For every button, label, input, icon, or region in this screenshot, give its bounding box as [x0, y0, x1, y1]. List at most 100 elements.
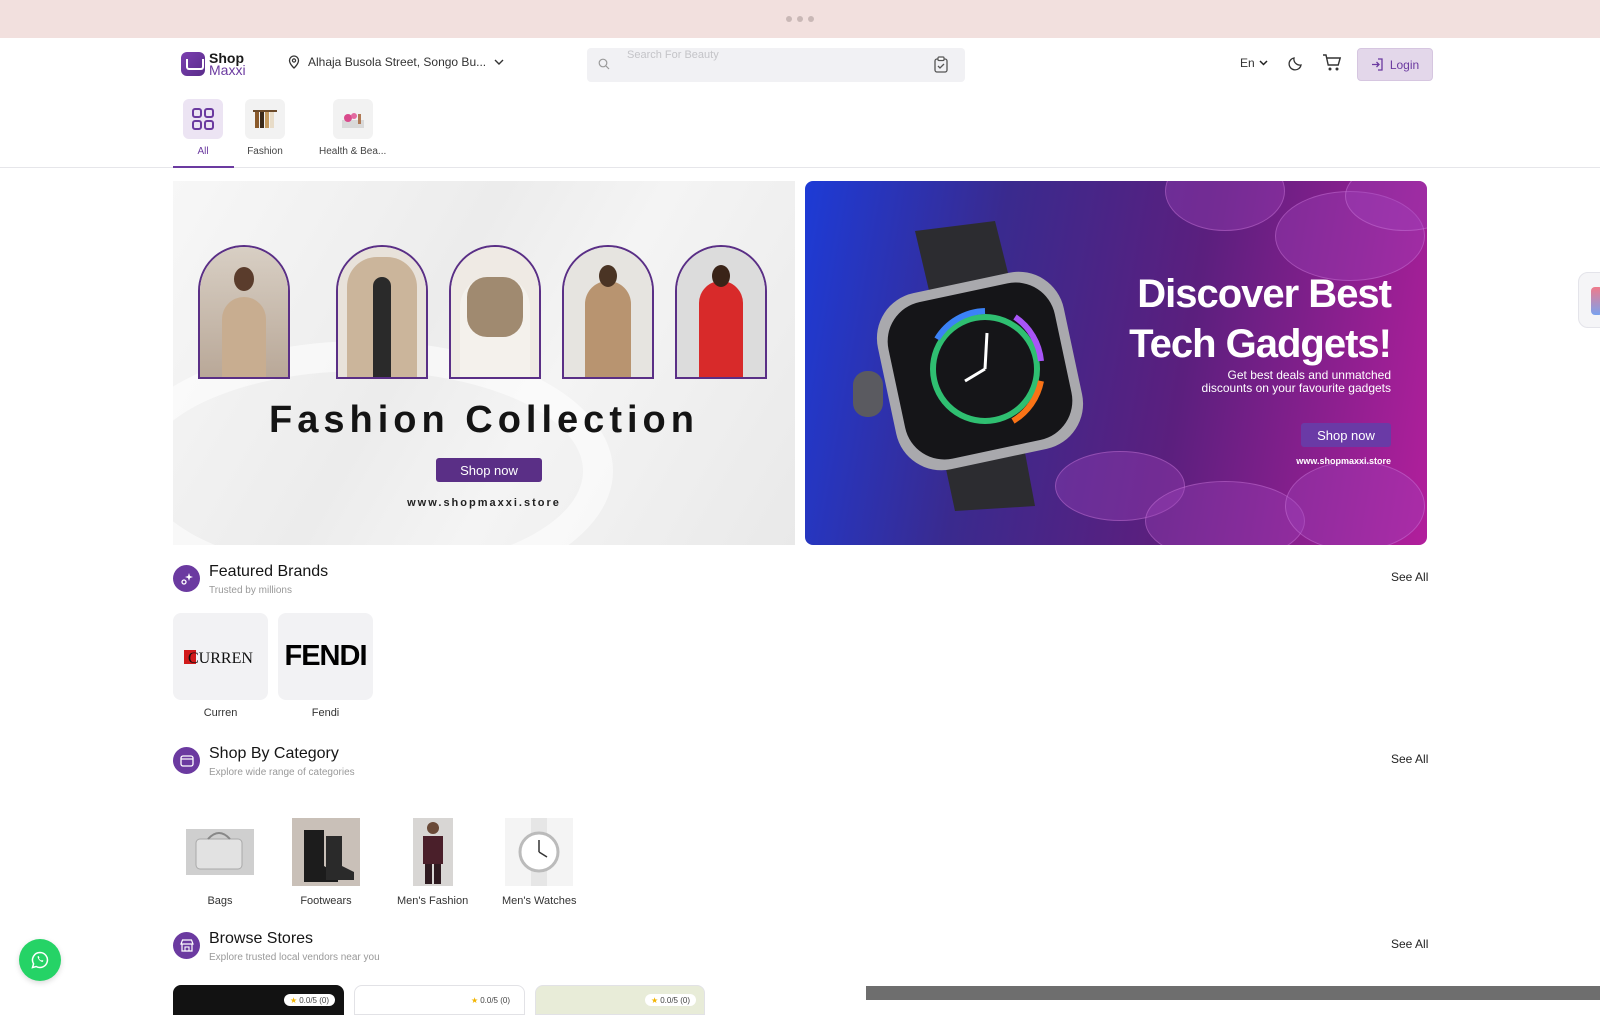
shop-by-category-header: Shop By Category Explore wide range of c…	[173, 745, 355, 778]
featured-brands-header: Featured Brands Trusted by millions	[173, 563, 328, 596]
category-label: Men's Watches	[502, 895, 577, 907]
model-photo-3	[449, 245, 541, 379]
shop-logo-icon	[181, 52, 205, 76]
category-footwears[interactable]: Footwears	[292, 818, 360, 907]
brand-label: Curren	[203, 707, 238, 719]
tab-label: All	[197, 146, 209, 157]
language-selector[interactable]: En	[1240, 56, 1268, 70]
model-photo-2	[336, 245, 428, 379]
section-subtitle: Trusted by millions	[209, 585, 292, 596]
dark-mode-moon-icon[interactable]	[1288, 55, 1304, 71]
logo-line2: Maxxi	[209, 62, 246, 78]
site-header: Shop Maxxi Alhaja Busola Street, Songo B…	[0, 38, 1600, 90]
star-icon: ★	[651, 995, 659, 1005]
brand-card-fendi[interactable]: FENDI Fendi	[278, 613, 373, 719]
category-label: Bags	[207, 895, 233, 907]
tech-banner-url: www.shopmaxxi.store	[1296, 456, 1391, 466]
store-icon	[173, 932, 200, 959]
fashion-banner-url: www.shopmaxxi.store	[407, 497, 561, 509]
category-mens-fashion[interactable]: Men's Fashion	[397, 818, 468, 907]
store-rating-badge: ★ 0.0/5 (0)	[284, 994, 335, 1006]
mens-fashion-image	[399, 818, 467, 886]
brand-label: Fendi	[311, 707, 340, 719]
featured-brands-see-all[interactable]: See All	[1391, 570, 1428, 584]
section-subtitle: Explore trusted local vendors near you	[209, 952, 380, 963]
tech-title-line2: Tech Gadgets!	[1129, 322, 1392, 366]
next-banner-peek[interactable]	[1578, 272, 1600, 328]
whatsapp-icon	[31, 951, 49, 969]
store-rating: 0.0/5 (0)	[660, 995, 690, 1005]
tech-title-line1: Discover Best	[1137, 272, 1392, 316]
browse-stores-see-all[interactable]: See All	[1391, 937, 1428, 951]
model-photo-5	[675, 245, 767, 379]
fendi-logo: FENDI	[278, 613, 373, 700]
curren-logo: CURREN	[173, 613, 268, 700]
fashion-shop-now-button[interactable]: Shop now	[436, 458, 542, 482]
tech-shop-now-button[interactable]: Shop now	[1301, 423, 1391, 447]
model-photo-1	[198, 245, 290, 379]
fashion-banner-title: Fashion Collection	[269, 399, 699, 441]
section-subtitle: Explore wide range of categories	[209, 767, 355, 778]
chevron-down-icon	[494, 59, 504, 65]
store-card[interactable]: ★ 0.0/5 (0)	[173, 985, 344, 1015]
map-pin-icon	[288, 55, 300, 69]
category-tabs: All Fashion Health & Bea...	[0, 90, 1600, 168]
store-card[interactable]: ★ 0.0/5 (0)	[354, 985, 525, 1015]
category-label: Men's Fashion	[397, 895, 469, 907]
chevron-down-icon	[1259, 60, 1268, 66]
active-tab-indicator	[173, 166, 234, 168]
section-title: Browse Stores	[209, 930, 314, 947]
browse-stores-header: Browse Stores Explore trusted local vend…	[173, 930, 380, 963]
clipboard-icon[interactable]	[933, 56, 949, 73]
whatsapp-chat-button[interactable]	[19, 939, 61, 981]
fashion-collection-banner[interactable]: Fashion Collection Shop now www.shopmaxx…	[173, 181, 795, 545]
star-icon: ★	[471, 995, 479, 1005]
store-rating: 0.0/5 (0)	[299, 995, 329, 1005]
category-bags[interactable]: Bags	[186, 818, 254, 907]
login-icon	[1371, 58, 1383, 71]
fashion-thumbnail	[245, 99, 285, 139]
sparkle-icon	[173, 565, 200, 592]
category-label: Footwears	[300, 895, 352, 907]
store-rating-badge: ★ 0.0/5 (0)	[645, 994, 696, 1006]
tab-label: Health & Bea...	[319, 146, 387, 157]
category-window-icon	[173, 747, 200, 774]
brand-card-curren[interactable]: CURREN Curren	[173, 613, 268, 719]
section-title: Featured Brands	[209, 563, 329, 580]
fendi-logo-text: FENDI	[284, 640, 368, 672]
search-bar	[587, 48, 965, 82]
category-mens-watches[interactable]: Men's Watches	[502, 818, 576, 907]
login-button[interactable]: Login	[1357, 48, 1433, 81]
tech-gadgets-banner[interactable]: Discover Best Tech Gadgets! Get best dea…	[805, 181, 1427, 545]
store-rating: 0.0/5 (0)	[480, 995, 510, 1005]
curren-logo-text: CURREN	[188, 650, 253, 666]
tab-all[interactable]: All	[183, 99, 223, 157]
store-rating-badge: ★ 0.0/5 (0)	[465, 994, 516, 1006]
tech-banner-subtitle: Get best deals and unmatched discounts o…	[1201, 368, 1391, 395]
tab-label: Fashion	[247, 146, 283, 157]
banner-disc-decoration	[1285, 461, 1425, 545]
tab-fashion[interactable]: Fashion	[245, 99, 285, 157]
location-selector[interactable]: Alhaja Busola Street, Songo Bu...	[288, 55, 504, 69]
store-card[interactable]: ★ 0.0/5 (0)	[535, 985, 705, 1015]
footwears-image	[292, 818, 360, 886]
search-input[interactable]	[627, 48, 907, 62]
section-title: Shop By Category	[209, 745, 339, 762]
beauty-thumbnail	[332, 99, 373, 139]
login-label: Login	[1389, 57, 1420, 72]
mens-watches-image	[505, 818, 574, 886]
logo-wordmark: Shop Maxxi	[209, 51, 246, 78]
tech-banner-title: Discover Best Tech Gadgets!	[1129, 269, 1392, 369]
cart-icon[interactable]	[1322, 54, 1342, 72]
drag-handle-icon[interactable]	[786, 16, 814, 22]
shopmaxxi-logo[interactable]: Shop Maxxi	[181, 51, 246, 78]
grid-icon	[183, 99, 223, 139]
shop-by-category-see-all[interactable]: See All	[1391, 752, 1428, 766]
search-icon[interactable]	[598, 58, 610, 70]
bottom-overlay-bar	[866, 986, 1600, 1000]
tab-health-beauty[interactable]: Health & Bea...	[319, 99, 386, 157]
top-drag-bar	[0, 0, 1600, 38]
smartwatch-image	[853, 221, 1084, 511]
language-label: En	[1240, 56, 1255, 70]
star-icon: ★	[290, 995, 298, 1005]
